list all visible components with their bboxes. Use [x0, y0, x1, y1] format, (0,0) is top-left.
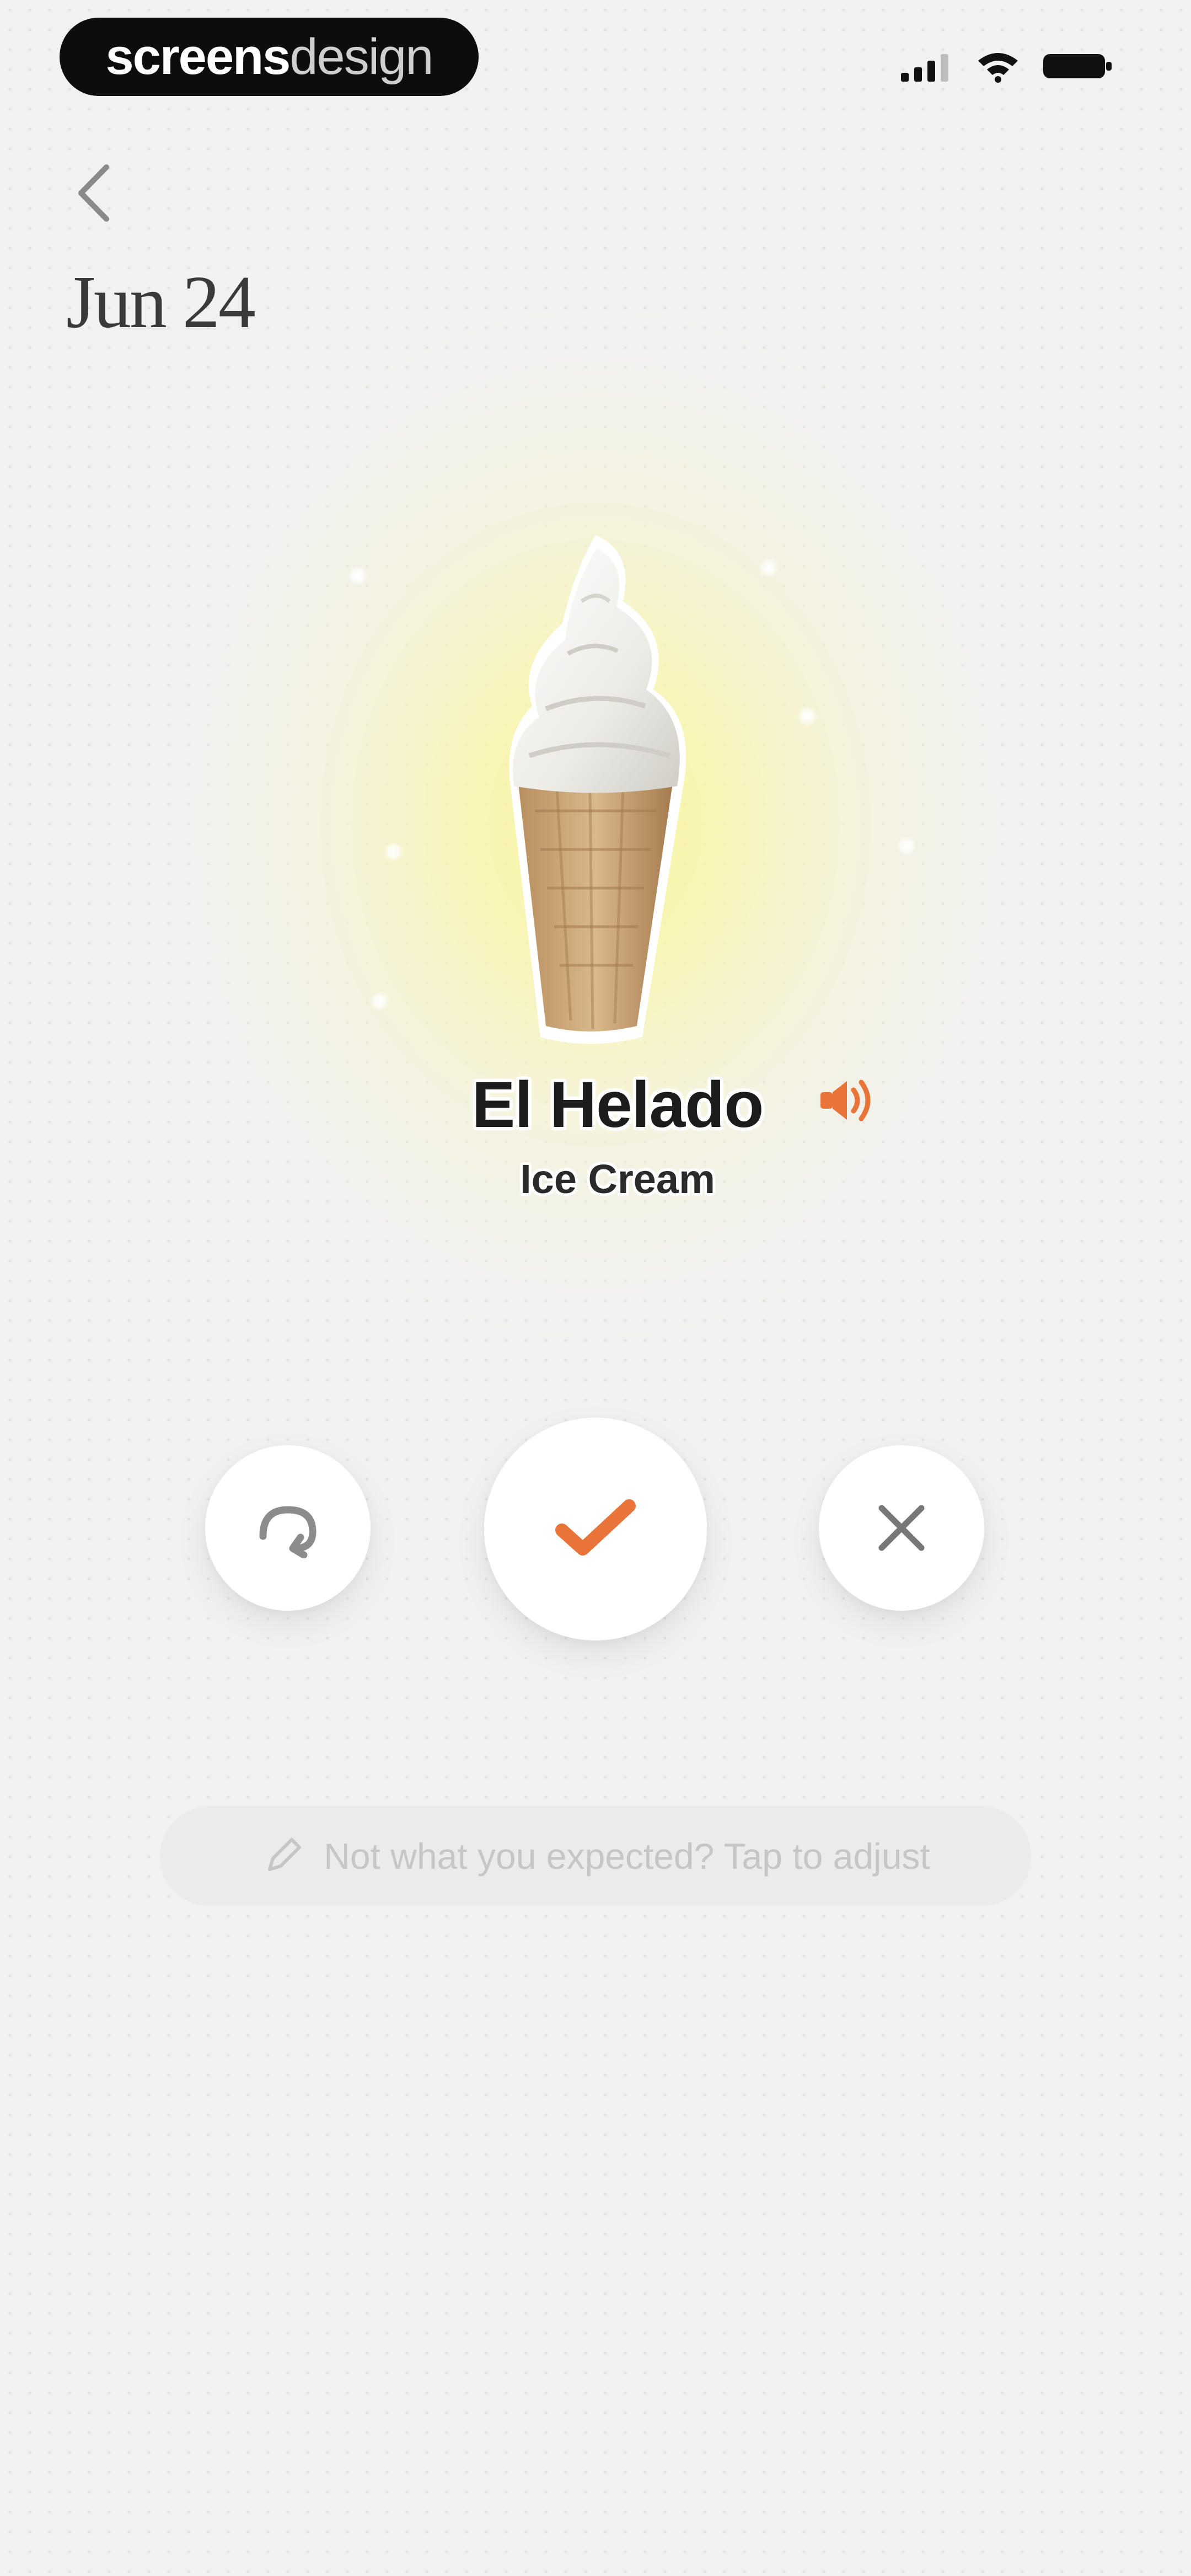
adjust-button[interactable]: Not what you expected? Tap to adjust: [160, 1807, 1031, 1906]
brand-light-text: design: [289, 28, 433, 85]
cellular-signal-icon: [901, 54, 948, 82]
sparkle: [347, 565, 368, 586]
sparkle: [758, 557, 779, 578]
brand-watermark: screens design: [60, 18, 479, 96]
battery-icon: [1043, 54, 1112, 78]
play-audio-button[interactable]: [811, 1065, 882, 1136]
back-button[interactable]: [61, 154, 127, 232]
status-icons: [899, 50, 1114, 83]
wifi-icon: [978, 53, 1018, 83]
checkmark-icon: [555, 1499, 636, 1556]
pencil-icon: [268, 1838, 302, 1871]
adjust-label: Not what you expected? Tap to adjust: [324, 1836, 930, 1877]
word-translation: Ice Cream: [520, 1156, 715, 1202]
speaker-icon: [820, 1079, 871, 1121]
ice-cream-image: [452, 524, 728, 1054]
sparkle: [797, 706, 818, 727]
screen: screens design Jun 24 El Helado Ice Crea…: [0, 0, 1191, 2576]
skip-button[interactable]: [205, 1445, 371, 1611]
word-title: El Helado: [471, 1068, 764, 1141]
close-icon: [878, 1505, 925, 1551]
sparkle: [896, 836, 917, 857]
confirm-button[interactable]: [484, 1418, 707, 1640]
dismiss-button[interactable]: [819, 1445, 984, 1611]
redo-arrow-icon: [259, 1506, 316, 1558]
page-title: Jun 24: [66, 261, 256, 344]
sparkle: [383, 841, 404, 862]
brand-bold-text: screens: [105, 28, 291, 85]
sparkle: [369, 990, 390, 1011]
chevron-left-icon: [78, 164, 109, 222]
